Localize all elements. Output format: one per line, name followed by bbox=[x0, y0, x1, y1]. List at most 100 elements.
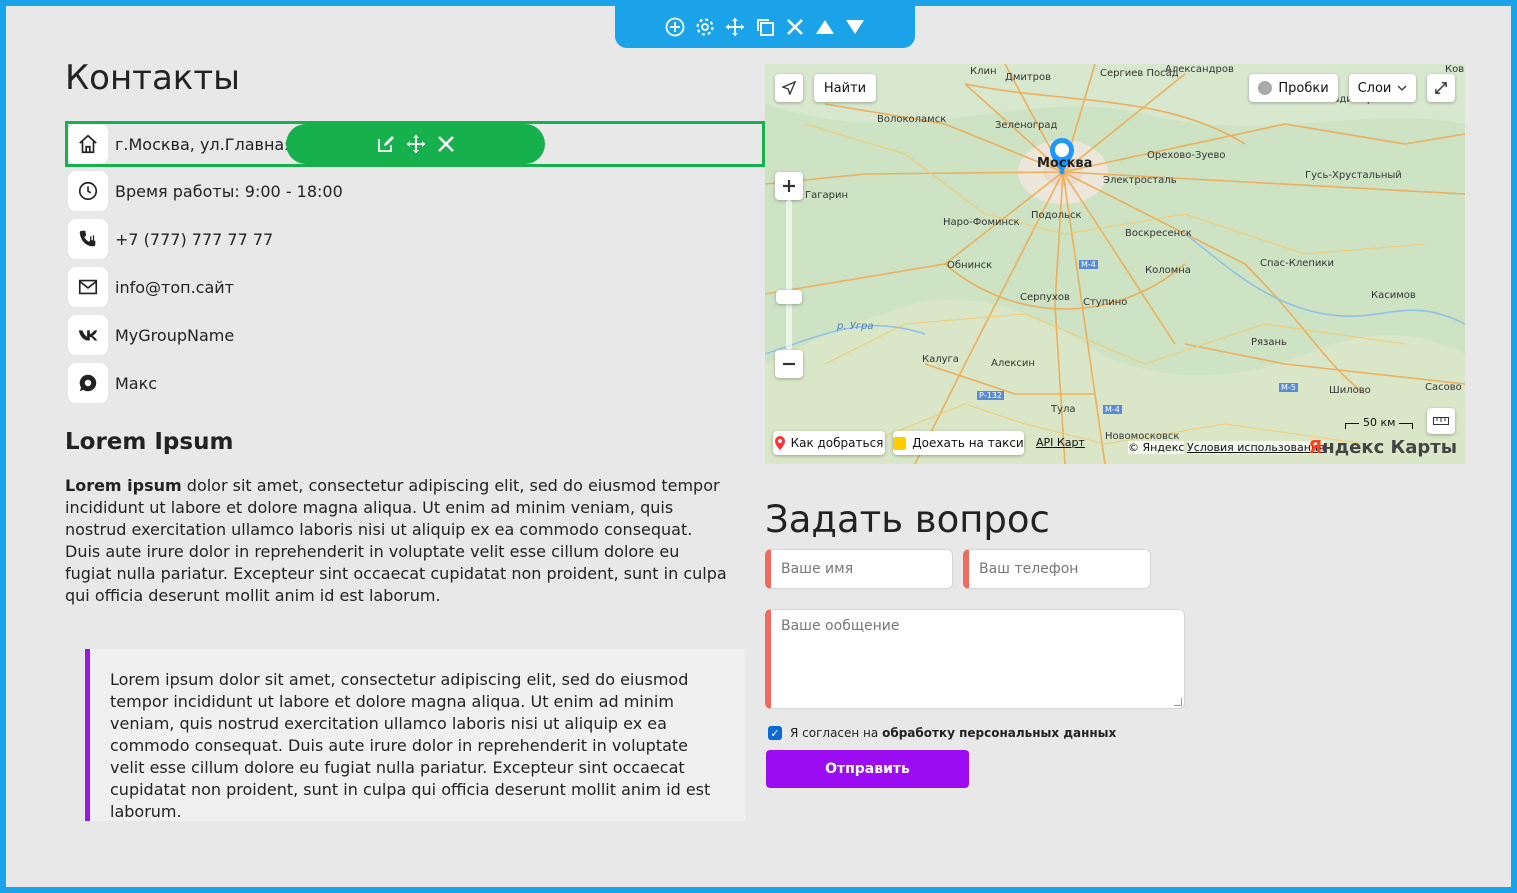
contact-row-max[interactable]: Макс bbox=[65, 359, 765, 407]
scale-bar-left bbox=[1345, 422, 1359, 429]
map-city-kolomna: Коломна bbox=[1145, 265, 1191, 276]
move-icon[interactable] bbox=[725, 17, 745, 37]
ruler-icon bbox=[1433, 417, 1449, 425]
edit-icon[interactable] bbox=[376, 134, 396, 154]
traffic-label: Пробки bbox=[1278, 80, 1329, 96]
contact-row-vk[interactable]: MyGroupName bbox=[65, 311, 765, 359]
contact-list: г.Москва, ул.Главная, Время работы: 9:00… bbox=[65, 121, 765, 407]
close-icon[interactable] bbox=[436, 134, 456, 154]
contact-row-email[interactable]: info@топ.сайт bbox=[65, 263, 765, 311]
submit-button[interactable]: Отправить bbox=[766, 750, 969, 788]
max-text[interactable]: Макс bbox=[115, 374, 157, 393]
map-road-m4: М-4 bbox=[1079, 260, 1098, 269]
map-city-shilovo: Шилово bbox=[1329, 385, 1371, 396]
phone-field[interactable]: Ваш телефон bbox=[963, 549, 1151, 589]
map-city-dmitrov: Дмитров bbox=[1005, 72, 1052, 83]
navigation-arrow-icon bbox=[782, 81, 796, 95]
arrow-down-icon[interactable] bbox=[845, 17, 865, 37]
close-icon[interactable] bbox=[785, 17, 805, 37]
logo-letter: Я bbox=[1308, 437, 1323, 458]
terms-link[interactable]: Условия использования bbox=[1187, 441, 1325, 454]
map-city-orekhovo: Орехово-Зуево bbox=[1147, 150, 1226, 161]
map-city-kaluga: Калуга bbox=[922, 354, 959, 365]
plus-icon bbox=[783, 180, 795, 192]
map-road-r132: Р-132 bbox=[977, 391, 1004, 400]
copyright: © Яндекс bbox=[1128, 441, 1185, 454]
phone-icon bbox=[68, 219, 108, 259]
expand-icon bbox=[1435, 82, 1447, 94]
message-placeholder: Ваше ообщение bbox=[781, 618, 900, 634]
consent-checkbox[interactable]: ✓ bbox=[768, 726, 782, 740]
map-city-aleksin: Алексин bbox=[991, 358, 1035, 369]
taxi-label: Доехать на такси bbox=[912, 436, 1024, 450]
layers-button[interactable]: Слои bbox=[1349, 74, 1416, 102]
zoom-track[interactable] bbox=[786, 200, 792, 350]
copy-icon[interactable] bbox=[755, 17, 775, 37]
map-city-voskresensk: Воскресенск bbox=[1125, 228, 1192, 239]
contacts-title: Контакты bbox=[65, 58, 240, 98]
map-city-alexandrov: Александров bbox=[1165, 64, 1234, 75]
route-button[interactable]: Как добраться bbox=[773, 431, 885, 455]
traffic-button[interactable]: Пробки bbox=[1249, 74, 1338, 102]
minus-icon bbox=[783, 362, 795, 366]
lorem-paragraph: Lorem ipsum dolor sit amet, consectetur … bbox=[65, 475, 730, 607]
map-city-podolsk: Подольск bbox=[1031, 210, 1082, 221]
name-placeholder: Ваше имя bbox=[781, 561, 854, 577]
clock-icon bbox=[68, 171, 108, 211]
zoom-out-button[interactable] bbox=[775, 350, 803, 378]
map-city-volokolamsk: Волоколамск bbox=[877, 114, 947, 125]
contact-row-phone[interactable]: +7 (777) 777 77 77 bbox=[65, 215, 765, 263]
map-scale: 50 км bbox=[1345, 416, 1414, 429]
map-terrain bbox=[765, 64, 1465, 464]
lorem-bold-lead: Lorem ipsum bbox=[65, 476, 182, 495]
map-city-sasovo: Сасово bbox=[1425, 382, 1462, 393]
route-label: Как добраться bbox=[790, 436, 884, 450]
phone-text[interactable]: +7 (777) 777 77 77 bbox=[115, 230, 273, 249]
email-text[interactable]: info@топ.сайт bbox=[115, 278, 234, 297]
zoom-in-button[interactable] bbox=[775, 172, 803, 200]
home-icon bbox=[68, 124, 108, 164]
map-find-button[interactable]: Найти bbox=[814, 74, 876, 102]
zoom-slider-handle[interactable] bbox=[776, 290, 802, 304]
map-city-elektrostal: Электросталь bbox=[1103, 175, 1177, 186]
traffic-icon bbox=[1258, 81, 1273, 95]
map-city-naro: Наро-Фоминск bbox=[943, 217, 1020, 228]
consent-prefix: Я согласен на bbox=[790, 726, 883, 740]
api-link[interactable]: API Карт bbox=[1036, 436, 1085, 449]
layers-label: Слои bbox=[1357, 80, 1392, 96]
quote-block: Lorem ipsum dolor sit amet, consectetur … bbox=[85, 649, 745, 821]
message-textarea[interactable]: Ваше ообщение bbox=[765, 609, 1185, 709]
resize-grip-icon[interactable] bbox=[1174, 698, 1182, 706]
map-city-serpukhov: Серпухов bbox=[1020, 292, 1070, 303]
scale-label: 50 км bbox=[1363, 416, 1396, 429]
vk-text[interactable]: MyGroupName bbox=[115, 326, 234, 345]
gear-icon[interactable] bbox=[695, 17, 715, 37]
yandex-map[interactable]: Клин Дмитров Сергиев Посад Александров В… bbox=[765, 64, 1465, 464]
ruler-button[interactable] bbox=[1427, 408, 1455, 434]
geolocation-button[interactable] bbox=[775, 74, 803, 102]
taxi-button[interactable]: Доехать на такси bbox=[893, 431, 1024, 455]
arrow-up-icon[interactable] bbox=[815, 17, 835, 37]
row-toolbar bbox=[286, 124, 545, 164]
consent-row[interactable]: ✓ Я согласен на обработку персональных д… bbox=[768, 726, 1116, 740]
contact-row-address[interactable]: г.Москва, ул.Главная, bbox=[65, 121, 765, 167]
phone-placeholder: Ваш телефон bbox=[979, 561, 1079, 577]
map-city-tula: Тула bbox=[1051, 404, 1076, 415]
map-city-moscow: Москва bbox=[1037, 156, 1093, 171]
mail-icon bbox=[68, 267, 108, 307]
fullscreen-button[interactable] bbox=[1427, 74, 1455, 102]
map-road-m5: М-5 bbox=[1279, 383, 1298, 392]
consent-link[interactable]: обработку персональных данных bbox=[882, 726, 1116, 740]
address-text: г.Москва, ул.Главная, bbox=[115, 134, 299, 154]
move-icon[interactable] bbox=[406, 134, 426, 154]
map-road-m4-south: М-4 bbox=[1103, 405, 1122, 414]
map-city-spas: Спас-Клепики bbox=[1260, 258, 1334, 269]
lorem-body: dolor sit amet, consectetur adipiscing e… bbox=[65, 476, 727, 605]
yandex-maps-logo[interactable]: Яндекс Карты bbox=[1308, 437, 1457, 458]
map-city-gus: Гусь-Хрустальный bbox=[1305, 170, 1402, 181]
chevron-down-icon bbox=[1397, 85, 1407, 91]
lorem-title: Lorem Ipsum bbox=[65, 429, 234, 455]
map-city-kasimov: Касимов bbox=[1371, 290, 1416, 301]
add-icon[interactable] bbox=[665, 17, 685, 37]
name-field[interactable]: Ваше имя bbox=[765, 549, 953, 589]
